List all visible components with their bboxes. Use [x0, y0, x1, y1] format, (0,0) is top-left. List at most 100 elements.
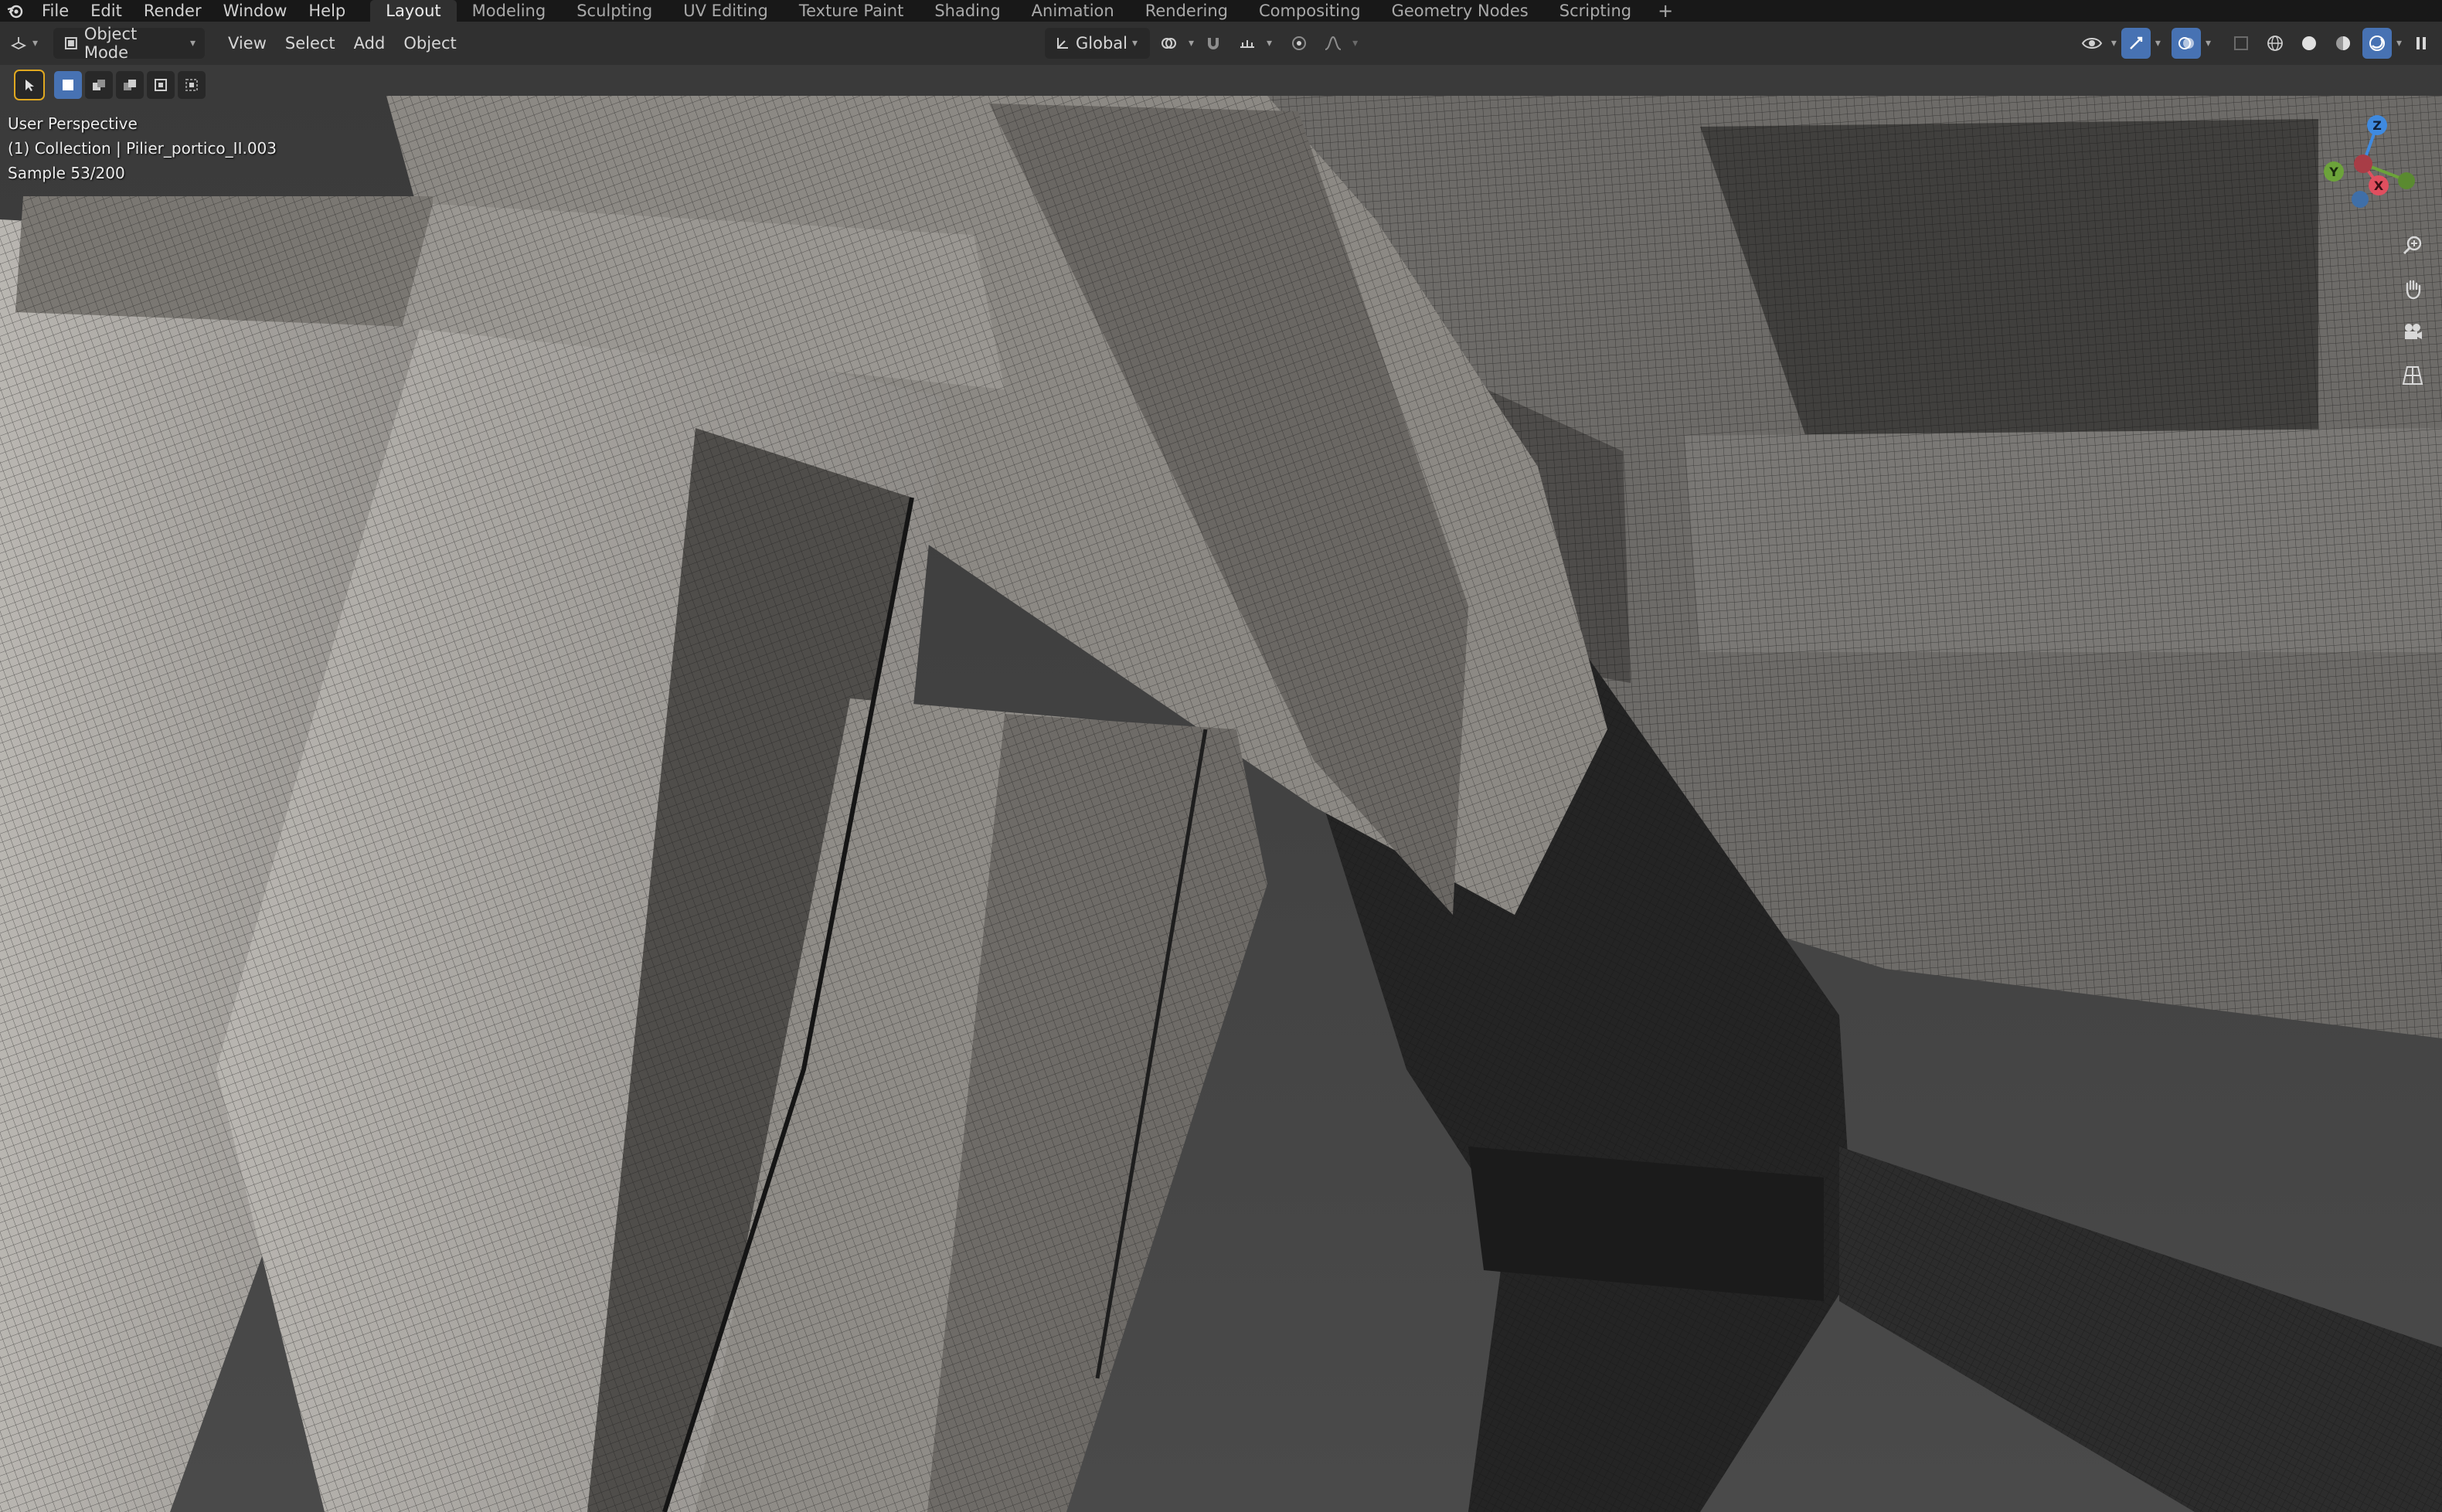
menu-render[interactable]: Render	[133, 0, 213, 22]
select-subtract-button[interactable]	[116, 71, 144, 99]
snap-target-button[interactable]	[1233, 28, 1262, 59]
navigation-gizmo[interactable]: Z Y X	[2311, 108, 2427, 224]
viewport-nav-buttons	[2396, 229, 2430, 392]
chevron-down-icon: ▾	[2205, 37, 2211, 49]
menu-help[interactable]: Help	[298, 0, 356, 22]
select-invert-icon	[155, 79, 167, 91]
chevron-down-icon: ▾	[2396, 37, 2402, 49]
neg-x-axis-handle[interactable]	[2354, 155, 2372, 173]
add-workspace-button[interactable]: +	[1647, 0, 1684, 22]
chevron-down-icon: ▾	[2155, 37, 2161, 49]
shading-material-button[interactable]	[2328, 28, 2358, 59]
menu-window[interactable]: Window	[213, 0, 298, 22]
shading-solid-button[interactable]	[2294, 28, 2324, 59]
gizmo-icon	[2130, 36, 2143, 49]
cursor-arrow-icon	[26, 80, 34, 91]
transform-controls: Global ▾ ▾ ▾ ▾	[1045, 28, 1358, 59]
solid-sphere-icon	[2301, 36, 2316, 50]
proportional-editing-icon	[1292, 36, 1307, 50]
select-invert-button[interactable]	[147, 71, 175, 99]
zoom-icon	[2403, 236, 2422, 255]
transform-orientation-select[interactable]: Global ▾	[1045, 28, 1150, 59]
menu-file[interactable]: File	[31, 0, 80, 22]
z-axis-label: Z	[2372, 118, 2382, 133]
shading-wireframe-button[interactable]	[2260, 28, 2290, 59]
top-menubar: File Edit Render Window Help Layout Mode…	[0, 0, 2442, 22]
viewport-header: ▾ Object Mode ▾ View Select Add Object G…	[0, 22, 2442, 65]
chevron-down-icon: ▾	[32, 37, 39, 49]
chevron-down-icon: ▾	[2110, 37, 2117, 49]
rendered-sphere-icon	[2369, 36, 2385, 51]
editor-type-button[interactable]: ▾	[0, 28, 47, 59]
tool-settings-row	[14, 70, 206, 100]
shading-controls: ▾ ▾ ▾ ▾	[2077, 28, 2436, 59]
select-intersect-icon	[185, 79, 198, 91]
orientation-axes-icon	[1057, 38, 1068, 49]
zoom-button[interactable]	[2396, 229, 2430, 263]
tab-shading[interactable]: Shading	[919, 0, 1015, 22]
gizmos-toggle[interactable]	[2121, 28, 2151, 59]
camera-view-button[interactable]	[2396, 315, 2430, 349]
material-sphere-icon	[2335, 36, 2350, 50]
rendered-scene	[0, 65, 2442, 1512]
select-set-icon	[63, 80, 73, 90]
chevron-down-icon: ▾	[190, 37, 196, 49]
select-extend-icon	[93, 80, 105, 90]
perspective-toggle-button[interactable]	[2396, 358, 2430, 392]
pause-icon	[2416, 37, 2426, 49]
proportional-editing-toggle[interactable]	[1284, 28, 1314, 59]
tab-compositing[interactable]: Compositing	[1243, 0, 1376, 22]
menu-view[interactable]: View	[219, 28, 276, 59]
xray-toggle[interactable]	[2226, 28, 2256, 59]
overlays-icon	[2178, 37, 2194, 49]
pause-render-button[interactable]	[2406, 28, 2436, 59]
xray-icon	[2233, 36, 2248, 50]
hand-icon	[2406, 280, 2421, 300]
overlays-toggle[interactable]	[2171, 28, 2201, 59]
tab-modeling[interactable]: Modeling	[457, 0, 562, 22]
falloff-curve-icon	[1325, 36, 1342, 50]
visibility-button[interactable]	[2077, 28, 2107, 59]
wireframe-sphere-icon	[2267, 36, 2283, 51]
select-extend-button[interactable]	[85, 71, 113, 99]
select-tool-button[interactable]	[14, 70, 45, 100]
mode-select[interactable]: Object Mode ▾	[53, 25, 206, 62]
tab-rendering[interactable]: Rendering	[1130, 0, 1243, 22]
object-mode-icon	[65, 37, 77, 49]
tab-texture-paint[interactable]: Texture Paint	[784, 0, 920, 22]
menu-add[interactable]: Add	[345, 28, 395, 59]
viewport-info: User Perspective (1) Collection | Pilier…	[8, 111, 277, 185]
eye-icon	[2081, 38, 2103, 49]
tab-animation[interactable]: Animation	[1016, 0, 1130, 22]
select-new-button[interactable]	[54, 71, 82, 99]
select-subtract-icon	[124, 80, 136, 90]
neg-z-axis-handle[interactable]	[2352, 191, 2369, 208]
chevron-down-icon: ▾	[1189, 37, 1195, 49]
editor-type-icon	[10, 37, 27, 50]
blender-logo-icon[interactable]	[0, 0, 31, 22]
chevron-down-icon: ▾	[1267, 37, 1273, 49]
pivot-point-button[interactable]	[1155, 28, 1184, 59]
sample-info: Sample 53/200	[8, 164, 125, 182]
view-name: User Perspective	[8, 114, 138, 133]
tab-sculpting[interactable]: Sculpting	[561, 0, 668, 22]
magnet-icon	[1208, 38, 1219, 49]
select-intersect-button[interactable]	[178, 71, 206, 99]
falloff-button[interactable]	[1318, 28, 1348, 59]
menu-select[interactable]: Select	[276, 28, 345, 59]
snap-increment-icon	[1240, 40, 1255, 48]
pan-button[interactable]	[2396, 272, 2430, 306]
shading-rendered-button[interactable]	[2362, 28, 2392, 59]
menu-edit[interactable]: Edit	[80, 0, 133, 22]
3d-viewport[interactable]: User Perspective (1) Collection | Pilier…	[0, 65, 2442, 1512]
camera-icon	[2405, 324, 2422, 339]
tab-geometry-nodes[interactable]: Geometry Nodes	[1376, 0, 1544, 22]
tab-uv-editing[interactable]: UV Editing	[668, 0, 784, 22]
tab-layout[interactable]: Layout	[370, 0, 457, 22]
menu-object[interactable]: Object	[394, 28, 465, 59]
snap-toggle[interactable]	[1199, 28, 1228, 59]
collection-info: (1) Collection | Pilier_portico_II.003	[8, 139, 277, 158]
pivot-point-icon	[1161, 38, 1176, 49]
tab-scripting[interactable]: Scripting	[1544, 0, 1647, 22]
neg-y-axis-handle[interactable]	[2398, 172, 2415, 189]
